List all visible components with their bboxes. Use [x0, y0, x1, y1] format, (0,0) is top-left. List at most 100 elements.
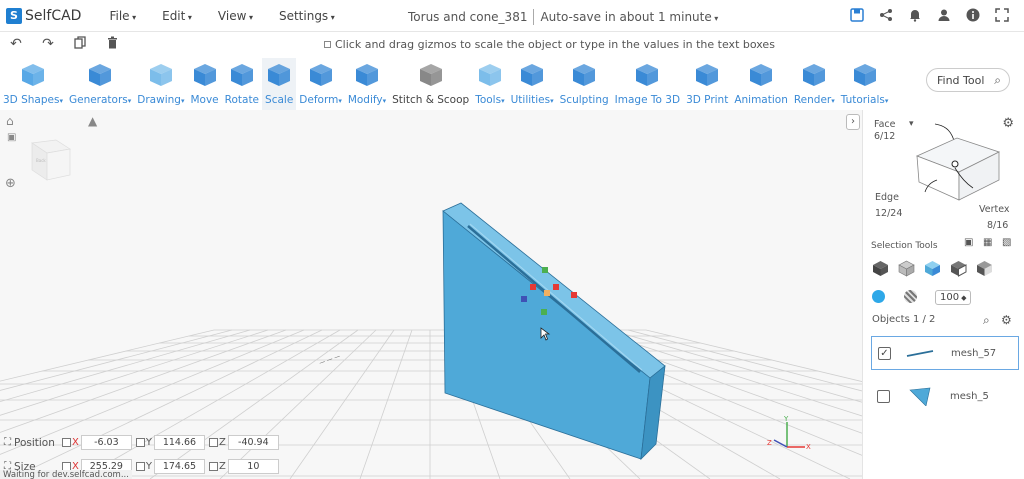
autosave-status[interactable]: Auto-save in about 1 minute: [540, 10, 718, 24]
deform-icon: [309, 64, 332, 86]
object-search-icon[interactable]: ⌕: [983, 313, 990, 328]
copy-icon[interactable]: [72, 35, 88, 53]
selfcad-logo-icon: S: [6, 7, 22, 24]
generators-icon: [89, 64, 112, 86]
select-spinner-icon: ◆: [961, 294, 967, 302]
find-tool-label: Find Tool: [937, 74, 985, 87]
tool-generators[interactable]: Generators: [66, 58, 134, 110]
position-x-input[interactable]: -6.03: [80, 435, 132, 450]
brush-circle-icon[interactable]: [872, 290, 885, 303]
view-cube[interactable]: Back: [31, 139, 71, 181]
tool-label: Stitch & Scoop: [392, 94, 470, 106]
orbit-icon[interactable]: ⊕: [5, 176, 16, 191]
position-z-input[interactable]: -40.94: [227, 435, 279, 450]
y-axis-letter: Y: [145, 437, 152, 448]
hint-text: Click and drag gizmos to scale the objec…: [335, 38, 775, 51]
object-item-mesh-57[interactable]: ✓ mesh_57: [871, 336, 1019, 370]
size-z-lock[interactable]: [208, 462, 218, 471]
selection-option-icon-2[interactable]: ▦: [983, 237, 992, 248]
browser-status-text: Waiting for dev.selfcad.com...: [0, 470, 132, 479]
selection-mode-cube[interactable]: [907, 122, 1019, 212]
tool-label: Generators: [69, 94, 131, 106]
ground-grid: [0, 329, 862, 479]
position-y-input[interactable]: 114.66: [153, 435, 205, 450]
notifications-bell-icon[interactable]: [907, 8, 923, 24]
object-visibility-checkbox[interactable]: ✓: [878, 346, 891, 360]
edge-label[interactable]: Edge: [875, 192, 899, 203]
tool-drawing[interactable]: Drawing: [134, 58, 187, 110]
tool-deform[interactable]: Deform: [296, 58, 345, 110]
drawing-icon: [149, 64, 172, 86]
share-icon[interactable]: [878, 8, 894, 24]
brush-size-select[interactable]: 100 ◆: [935, 290, 971, 305]
select-hollow-cube-icon[interactable]: [950, 260, 967, 277]
tool-tutorials[interactable]: Tutorials: [838, 58, 892, 110]
collapse-panel-chevron-icon[interactable]: ›: [846, 114, 860, 130]
vertex-count: 8/16: [987, 220, 1009, 231]
tool-scale[interactable]: Scale: [262, 58, 297, 110]
select-grid-cube-icon[interactable]: [898, 260, 915, 277]
utilities-icon: [521, 64, 544, 86]
tool-tools[interactable]: Tools: [472, 58, 507, 110]
selfcad-logo[interactable]: S SelfCAD: [6, 7, 81, 24]
svg-text:Y: Y: [783, 415, 789, 423]
object-visibility-checkbox[interactable]: [877, 389, 890, 403]
tool-move[interactable]: Move: [187, 58, 221, 110]
selection-tools-label: Selection Tools: [871, 241, 938, 251]
tool-modify[interactable]: Modify: [345, 58, 389, 110]
svg-text:Z: Z: [767, 439, 772, 447]
tool-render[interactable]: Render: [791, 58, 838, 110]
tool-label: Drawing: [137, 94, 184, 106]
right-panel: Face ▾ 6/12 ⚙ Edge 12/24 Vertex 8/16 Sel…: [862, 110, 1024, 479]
document-title-area: Torus and cone_381 Auto-save in about 1 …: [408, 9, 718, 25]
redo-icon[interactable]: ↷: [40, 36, 56, 52]
user-account-icon[interactable]: [936, 8, 952, 24]
tool-rotate[interactable]: Rotate: [222, 58, 262, 110]
brush-pattern-icon[interactable]: [904, 290, 917, 303]
menu-settings[interactable]: Settings: [279, 9, 335, 23]
object-settings-gear-icon[interactable]: ⚙: [1001, 313, 1012, 327]
object-item-mesh-5[interactable]: mesh_5: [871, 379, 1019, 413]
3d-viewport[interactable]: — — — Y X Z Back: [0, 110, 862, 479]
modify-icon: [355, 64, 378, 86]
size-y-input[interactable]: 174.65: [153, 459, 205, 474]
find-tool-search[interactable]: Find Tool ⌕: [926, 68, 1010, 92]
position-row: ⛶ Position X -6.03 Y 114.66 Z -40.94: [4, 435, 283, 450]
tool-3d-print[interactable]: 3D Print: [683, 58, 731, 110]
size-z-input[interactable]: 10: [227, 459, 279, 474]
top-right-icons: [836, 8, 1010, 24]
delete-icon[interactable]: [104, 36, 120, 53]
tool-animation[interactable]: Animation: [731, 58, 791, 110]
select-partial-cube-icon[interactable]: [976, 260, 993, 277]
camera-icon[interactable]: ▣: [7, 132, 16, 143]
position-y-lock[interactable]: [135, 438, 145, 447]
save-icon[interactable]: [849, 8, 865, 24]
menu-edit[interactable]: Edit: [162, 9, 192, 23]
tool-sculpting[interactable]: Sculpting: [557, 58, 612, 110]
position-label: Position: [14, 436, 55, 449]
menu-file[interactable]: File: [109, 9, 136, 23]
fullscreen-icon[interactable]: [994, 8, 1010, 24]
size-y-lock[interactable]: [135, 462, 145, 471]
rotate-icon: [230, 64, 253, 86]
undo-icon[interactable]: ↶: [8, 36, 24, 52]
position-z-lock[interactable]: [208, 438, 218, 447]
select-solid-cube-icon[interactable]: [872, 260, 889, 277]
tool-stitch-scoop[interactable]: Stitch & Scoop: [389, 58, 472, 110]
tool-3d-shapes[interactable]: 3D Shapes: [0, 58, 66, 110]
svg-text:X: X: [806, 443, 811, 451]
perspective-icon[interactable]: ▲: [88, 114, 97, 128]
position-x-lock[interactable]: [62, 438, 71, 447]
selection-option-icon-1[interactable]: ▣: [964, 237, 973, 248]
select-face-cube-icon[interactable]: [924, 260, 941, 277]
document-title[interactable]: Torus and cone_381: [408, 10, 527, 24]
tool-utilities[interactable]: Utilities: [508, 58, 557, 110]
tool-image-to-3d[interactable]: Image To 3D: [612, 58, 683, 110]
vertex-label[interactable]: Vertex: [979, 204, 1010, 215]
tool-label: Deform: [299, 94, 342, 106]
home-view-icon[interactable]: ⌂: [6, 114, 14, 128]
info-icon[interactable]: [965, 8, 981, 24]
face-label[interactable]: Face: [874, 119, 895, 130]
menu-view[interactable]: View: [218, 9, 253, 23]
selection-option-icon-3[interactable]: ▧: [1002, 237, 1011, 248]
